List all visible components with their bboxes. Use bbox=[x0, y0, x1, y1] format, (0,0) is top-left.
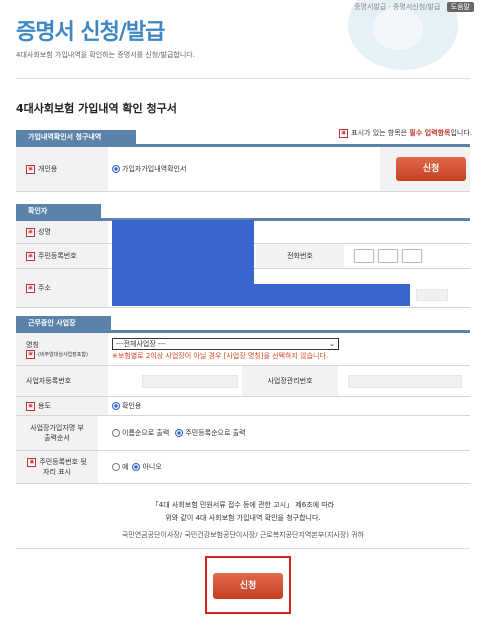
row-biz-numbers: 사업자등록번호 사업장관리번호 bbox=[16, 366, 470, 397]
bizno-label: 사업자등록번호 bbox=[16, 366, 108, 396]
required-note: ▣ 표시가 있는 항목은 필수 입력항목입니다. bbox=[339, 128, 472, 138]
workplace-warning: ※보험별로 2이상 사업장이 아닐 경우 [사업장 명칭]을 선택하지 않습니다… bbox=[112, 352, 329, 360]
phone-input-2[interactable] bbox=[378, 249, 398, 263]
required-mark-icon: ▣ bbox=[26, 251, 35, 261]
mgmtno-input[interactable] bbox=[348, 375, 462, 388]
redacted-area bbox=[254, 284, 410, 306]
workplace-name-label: 명칭 bbox=[26, 340, 39, 349]
purpose-option[interactable]: 확인용 bbox=[112, 397, 141, 415]
footer-line-2: 위와 같이 4대 사회보험 가입내역 확인을 청구합니다. bbox=[165, 514, 321, 522]
header-divider bbox=[16, 78, 470, 79]
phone-input-1[interactable] bbox=[354, 249, 374, 263]
row-personal: ▣ 개인용 가입자가입내역확인서 신청 bbox=[16, 147, 470, 192]
personal-label: ▣ 개인용 bbox=[16, 147, 108, 191]
order-options: 이름순으로 출력 주민등록순으로 출력 bbox=[112, 416, 246, 450]
required-mark-icon: ▣ bbox=[339, 128, 349, 138]
required-mark-icon: ▣ bbox=[26, 401, 35, 411]
bizno-input[interactable] bbox=[142, 375, 238, 388]
required-mark-icon: ▣ bbox=[26, 164, 35, 174]
section-tab-request: 가입내역확인서 청구내역 bbox=[16, 130, 136, 144]
radio-yes[interactable] bbox=[112, 463, 120, 471]
radio-no[interactable] bbox=[132, 463, 141, 471]
phone-input-3[interactable] bbox=[402, 249, 422, 263]
section-tab-workplace: 근무중인 사업장 bbox=[16, 316, 111, 330]
radio-selected-icon[interactable] bbox=[112, 402, 120, 410]
footer-divider bbox=[16, 548, 470, 549]
workplace-select[interactable]: ---전체사업장 --- ⌄ bbox=[112, 338, 339, 350]
phone-label: 전화번호 bbox=[256, 244, 344, 268]
mgmtno-label: 사업장관리번호 bbox=[242, 366, 338, 396]
page-subtitle: 4대사회보험 가입내역을 확인하는 증명서를 신청/발급합니다. bbox=[16, 51, 195, 59]
row-rrn-display: ▣ 주민등록번호 뒷 자리 표시 예 아니오 bbox=[16, 451, 470, 484]
radio-rrn-order[interactable] bbox=[175, 429, 184, 437]
radio-selected-icon[interactable] bbox=[112, 165, 120, 173]
row-purpose: ▣ 용도 확인용 bbox=[16, 397, 470, 416]
radio-name-order[interactable] bbox=[112, 429, 120, 437]
required-mark-icon: ▣ bbox=[26, 349, 35, 359]
redacted-area bbox=[112, 220, 254, 306]
section-tab-label: 가입내역확인서 청구내역 bbox=[16, 130, 136, 144]
address-detail-input[interactable] bbox=[416, 289, 448, 301]
header-decoration-inner bbox=[373, 8, 423, 50]
section-tab-confirmer: 확인자 bbox=[16, 204, 101, 218]
top-nav-text: 증명서발급 · 증명서신청/발급 bbox=[354, 3, 441, 11]
top-nav: 증명서발급 · 증명서신청/발급 도움말 bbox=[354, 2, 474, 12]
submit-button[interactable]: 신청 bbox=[213, 573, 283, 599]
chevron-down-icon: ⌄ bbox=[329, 340, 335, 348]
row-workplace-name: 명칭 ▣ (비주얼대상사업장포함) ---전체사업장 --- ⌄ ※보험별로 2이… bbox=[16, 333, 470, 366]
page-title: 증명서 신청/발급 bbox=[16, 20, 165, 45]
footer-line-1: 「4대 사회보험 민원서류 접수 등에 관한 고시」 제6조에 따라 bbox=[151, 501, 335, 509]
rrn-display-options: 예 아니오 bbox=[112, 451, 162, 483]
personal-option[interactable]: 가입자가입내역확인서 bbox=[112, 147, 186, 191]
document-title: 4대사회보험 가입내역 확인 청구서 bbox=[16, 102, 177, 115]
required-mark-icon: ▣ bbox=[26, 283, 35, 293]
request-button[interactable]: 신청 bbox=[396, 157, 466, 181]
row-order: 사업장가입자명 부 출력순서 이름순으로 출력 주민등록순으로 출력 bbox=[16, 416, 470, 451]
required-mark-icon: ▣ bbox=[27, 457, 37, 467]
help-button[interactable]: 도움말 bbox=[446, 2, 474, 12]
required-mark-icon: ▣ bbox=[26, 227, 35, 237]
footer-orgs: 국민연금공단이사장/ 국민건강보험공단이사장/ 근로복지공단지역본부(지사장) … bbox=[121, 531, 365, 539]
